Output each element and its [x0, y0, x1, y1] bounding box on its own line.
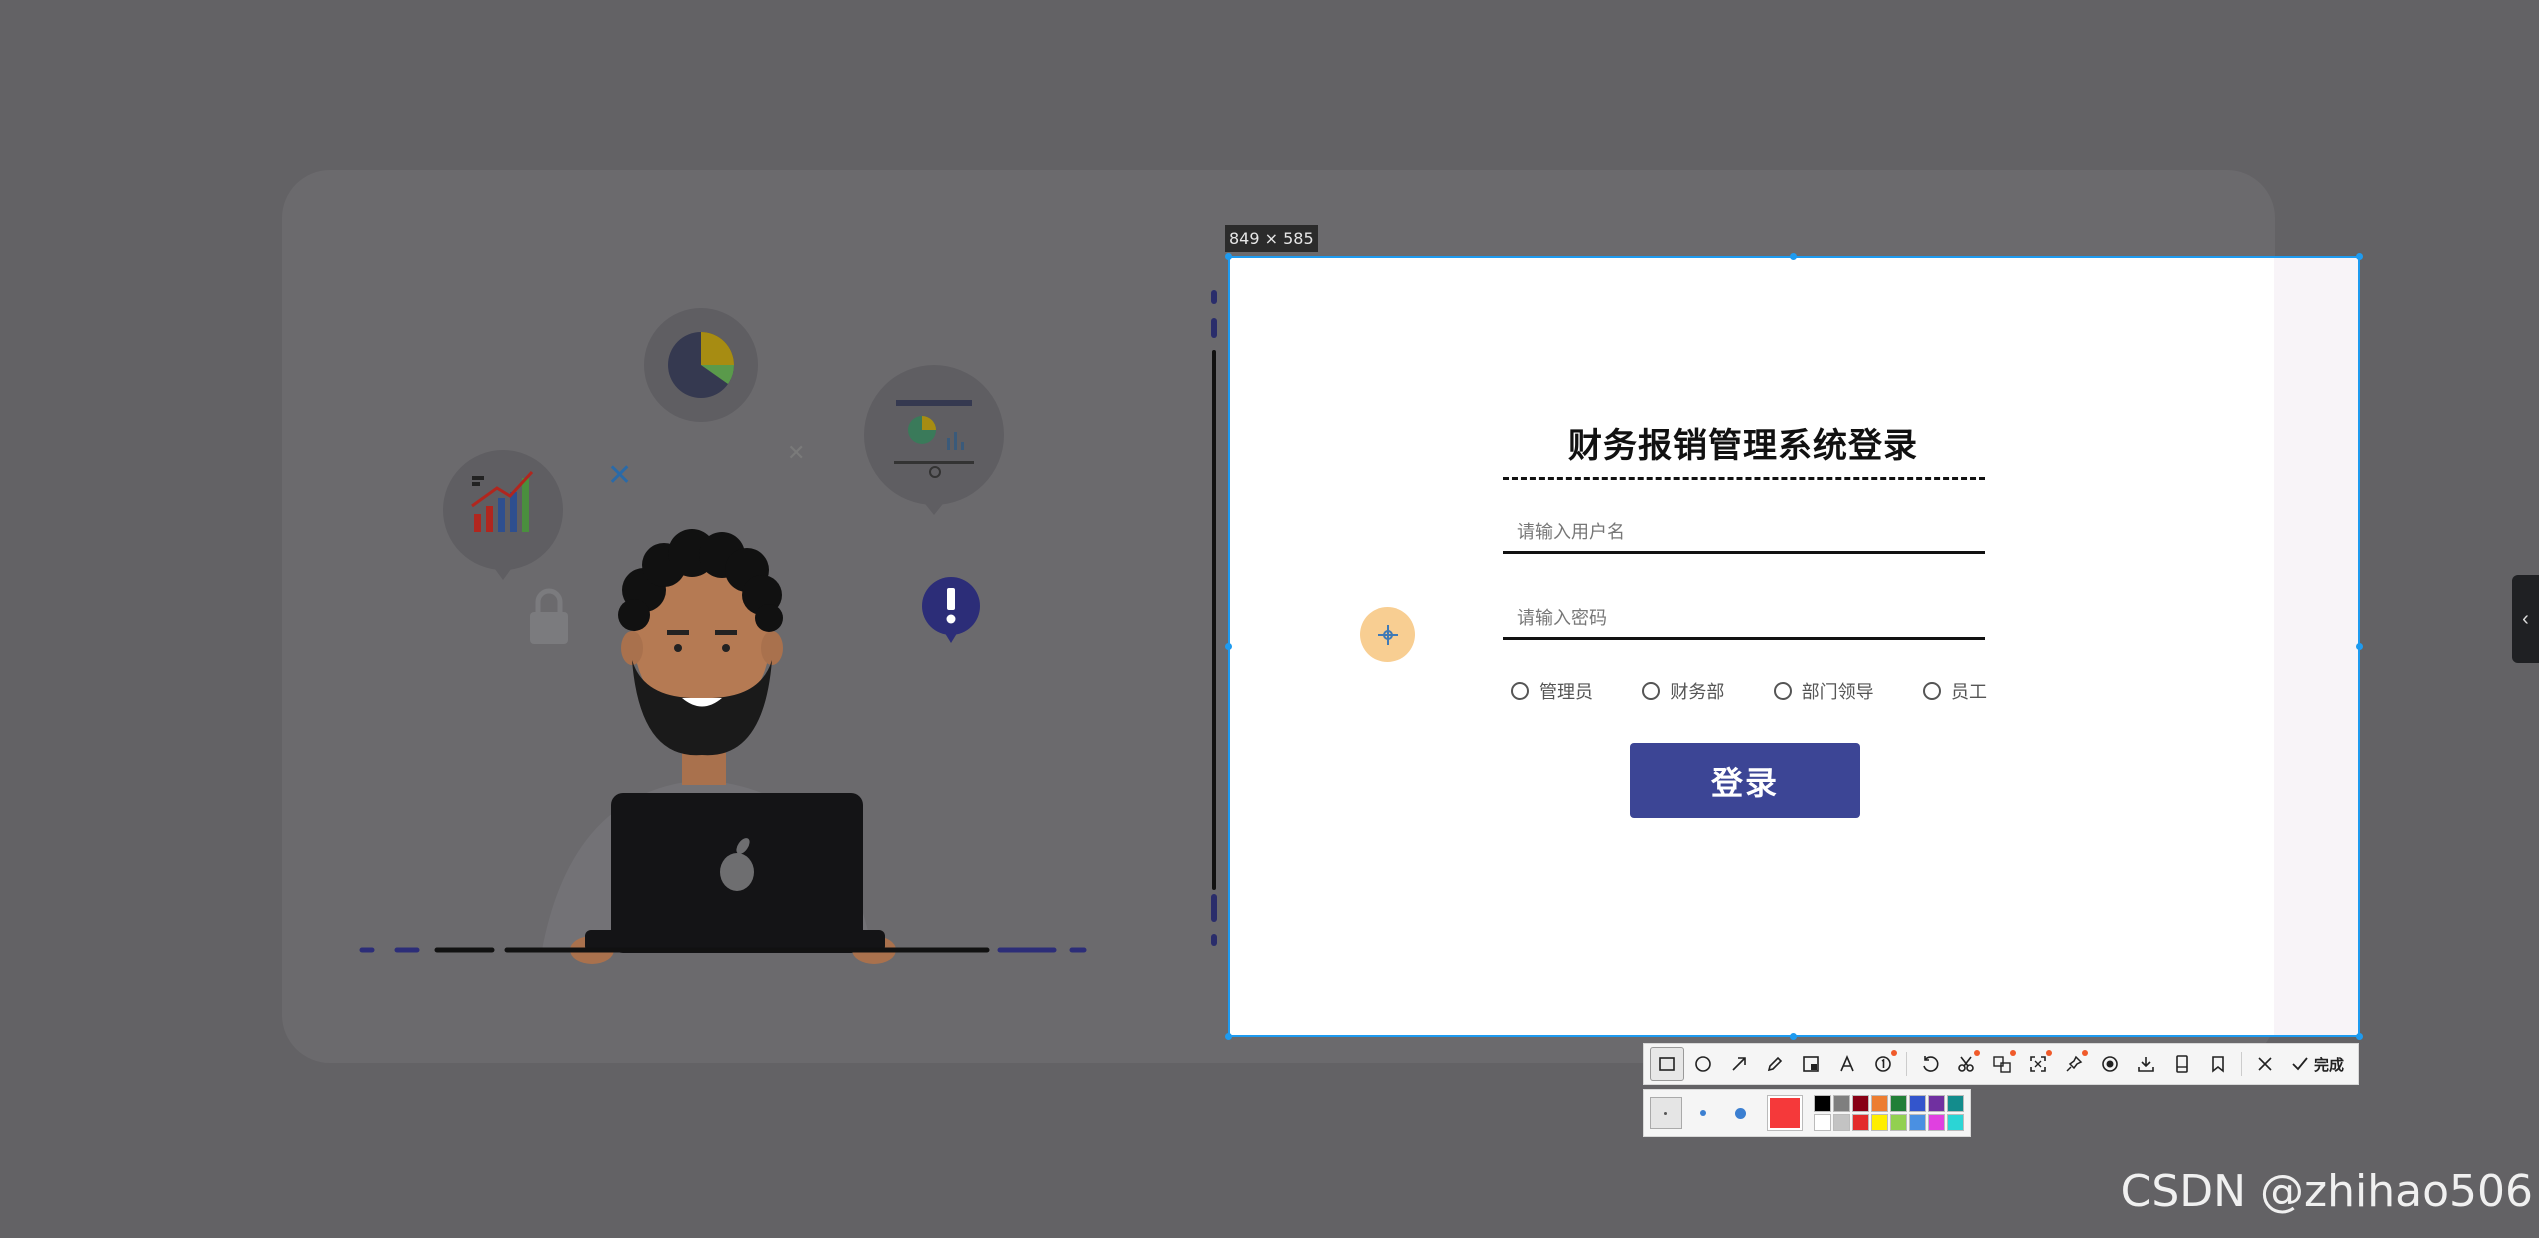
exclamation-bubble-icon: [922, 577, 980, 643]
mosaic-icon[interactable]: [1794, 1047, 1828, 1081]
stroke-size-small[interactable]: [1650, 1097, 1682, 1129]
resize-handle-bottom-left[interactable]: [1225, 1033, 1232, 1040]
login-title: 财务报销管理系统登录: [1568, 427, 1918, 465]
scroll-strip: [1211, 290, 1217, 946]
pie-chart-bubble-icon: [644, 308, 758, 422]
close-icon[interactable]: [2248, 1047, 2282, 1081]
presentation-board-bubble-icon: [864, 365, 1004, 515]
screenshot-toolbar: 完成: [1643, 1043, 2359, 1085]
role-label: 财务部: [1670, 682, 1725, 702]
selection-right-strip: [2274, 258, 2358, 1035]
color-swatch[interactable]: [1909, 1095, 1926, 1112]
title-divider: [1503, 477, 1985, 480]
selection-size-label: 849 × 585: [1225, 225, 1318, 252]
rectangle-icon[interactable]: [1650, 1047, 1684, 1081]
color-swatch[interactable]: [1814, 1114, 1831, 1131]
numbered-marker-icon[interactable]: [1866, 1047, 1900, 1081]
download-icon[interactable]: [2129, 1047, 2163, 1081]
ocr-icon[interactable]: [2021, 1047, 2055, 1081]
person-figure: [542, 529, 896, 964]
record-icon[interactable]: [2093, 1047, 2127, 1081]
pin-icon[interactable]: [2057, 1047, 2091, 1081]
color-swatch[interactable]: [1947, 1114, 1964, 1131]
undo-icon[interactable]: [1913, 1047, 1947, 1081]
color-swatch[interactable]: [1852, 1095, 1869, 1112]
resize-handle-bottom[interactable]: [1790, 1033, 1797, 1040]
username-input[interactable]: [1503, 514, 1985, 554]
edge-collapse-tab[interactable]: ‹: [2512, 575, 2539, 663]
cross-decoration-icon-2: ✕: [787, 440, 805, 465]
resize-handle-left[interactable]: [1225, 643, 1232, 650]
scissors-icon[interactable]: [1949, 1047, 1983, 1081]
role-option-admin[interactable]: 管理员: [1511, 678, 1593, 704]
color-swatch[interactable]: [1890, 1114, 1907, 1131]
role-label: 员工: [1950, 682, 1987, 702]
role-radio-group: 管理员 财务部 部门领导 员工: [1511, 676, 1987, 706]
bookmark-icon[interactable]: [2201, 1047, 2235, 1081]
role-option-department-leader[interactable]: 部门领导: [1773, 678, 1874, 704]
cursor-indicator: [1360, 607, 1415, 662]
growth-chart-bubble-icon: [443, 450, 563, 580]
stroke-size-medium[interactable]: [1688, 1097, 1719, 1129]
password-input[interactable]: [1503, 600, 1985, 640]
resize-handle-right[interactable]: [2356, 643, 2363, 650]
color-palette: [1814, 1095, 1964, 1131]
pencil-icon[interactable]: [1758, 1047, 1792, 1081]
done-button[interactable]: 完成: [2284, 1054, 2350, 1075]
color-swatch[interactable]: [1947, 1095, 1964, 1112]
role-option-finance[interactable]: 财务部: [1642, 678, 1724, 704]
color-swatch[interactable]: [1833, 1095, 1850, 1112]
color-swatch[interactable]: [1852, 1114, 1869, 1131]
toolbar-separator: [2241, 1052, 2242, 1076]
crosshair-icon: [1377, 624, 1398, 645]
role-label: 部门领导: [1801, 682, 1874, 702]
toolbar-separator: [1906, 1052, 1907, 1076]
done-label: 完成: [2314, 1056, 2345, 1074]
radio-button[interactable]: [1773, 682, 1792, 700]
watermark-text: CSDN @zhihao506: [2120, 1166, 2533, 1217]
text-icon[interactable]: [1830, 1047, 1864, 1081]
role-option-employee[interactable]: 员工: [1922, 678, 1987, 704]
cross-decoration-icon: ✕: [607, 459, 632, 492]
arrow-icon[interactable]: [1722, 1047, 1756, 1081]
chevron-left-icon: ‹: [2522, 607, 2529, 630]
stroke-size-large[interactable]: [1725, 1097, 1756, 1129]
resize-handle-top[interactable]: [1790, 253, 1797, 260]
login-button[interactable]: 登录: [1630, 743, 1860, 818]
color-swatch[interactable]: [1928, 1114, 1945, 1131]
radio-button[interactable]: [1511, 682, 1529, 700]
color-swatch[interactable]: [1871, 1114, 1888, 1131]
translate-icon[interactable]: [1985, 1047, 2019, 1081]
radio-button[interactable]: [1642, 682, 1661, 700]
ellipse-icon[interactable]: [1686, 1047, 1720, 1081]
check-icon: [2292, 1057, 2308, 1071]
radio-button[interactable]: [1922, 682, 1941, 700]
color-swatch[interactable]: [1890, 1095, 1907, 1112]
style-options-bar: [1643, 1089, 1971, 1137]
long-screenshot-icon[interactable]: [2165, 1047, 2199, 1081]
role-label: 管理员: [1539, 682, 1593, 702]
lock-decoration-icon: [530, 588, 568, 644]
color-swatch[interactable]: [1814, 1095, 1831, 1112]
current-color-swatch[interactable]: [1767, 1095, 1803, 1131]
resize-handle-bottom-right[interactable]: [2356, 1033, 2363, 1040]
resize-handle-top-left[interactable]: [1225, 253, 1232, 260]
color-swatch[interactable]: [1909, 1114, 1926, 1131]
color-swatch[interactable]: [1871, 1095, 1888, 1112]
resize-handle-top-right[interactable]: [2356, 253, 2363, 260]
color-swatch[interactable]: [1833, 1114, 1850, 1131]
person-with-laptop-illustration: ✕ ✕: [359, 308, 1087, 964]
color-swatch[interactable]: [1928, 1095, 1945, 1112]
